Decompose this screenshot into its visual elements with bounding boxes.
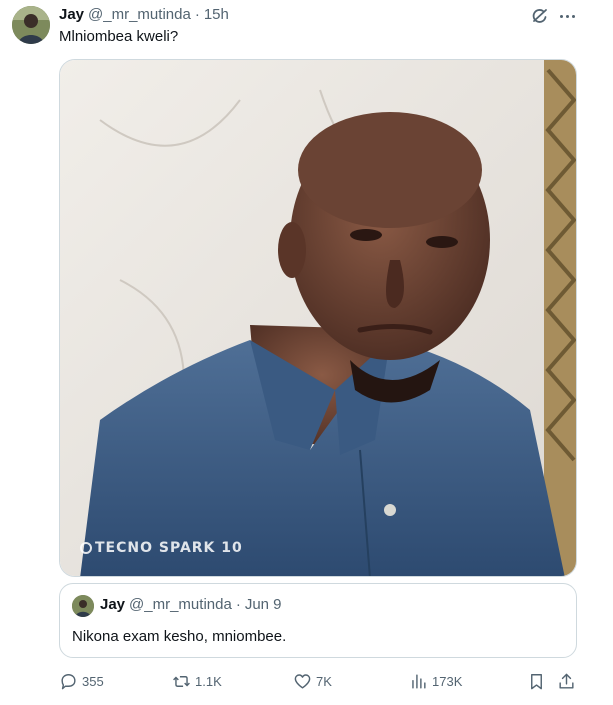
views-icon	[412, 673, 426, 689]
share-icon	[559, 673, 574, 689]
retweet-icon	[173, 675, 190, 687]
author-name[interactable]: Jay	[59, 6, 84, 23]
like-count: 7K	[316, 673, 332, 689]
tweet: Jay @_mr_mutinda · 15h Mlniombea kweli?	[0, 0, 613, 705]
quoted-author-handle: @_mr_mutinda	[129, 596, 232, 613]
quoted-tweet-text: Nikona exam kesho, mniombee.	[72, 628, 287, 645]
tweet-header: Jay @_mr_mutinda · 15h	[59, 6, 229, 26]
grok-icon[interactable]	[530, 6, 550, 26]
bookmark-button[interactable]	[527, 668, 550, 694]
tweet-text: Mlniombea kweli?	[59, 28, 179, 45]
retweet-button[interactable]: 1.1K	[172, 668, 222, 694]
reply-count: 355	[82, 673, 104, 689]
watermark-text: TECNO SPARK 10	[95, 540, 243, 556]
tweet-photo[interactable]: TECNO SPARK 10	[59, 59, 577, 577]
quoted-author-avatar	[72, 595, 94, 617]
camera-watermark-icon	[80, 542, 92, 554]
views-button[interactable]: 173K	[409, 668, 462, 694]
quoted-tweet-date: Jun 9	[244, 596, 282, 613]
quoted-tweet-header: Jay @_mr_mutinda · Jun 9	[100, 596, 282, 613]
more-icon[interactable]	[556, 6, 578, 26]
author-handle[interactable]: @_mr_mutinda	[88, 6, 191, 23]
quoted-author-name: Jay	[100, 596, 126, 613]
like-icon	[294, 673, 311, 689]
share-button[interactable]	[557, 668, 580, 694]
like-button[interactable]: 7K	[293, 668, 332, 694]
author-avatar[interactable]	[12, 6, 50, 44]
tweet-timestamp[interactable]: 15h	[204, 6, 229, 23]
reply-button[interactable]: 355	[59, 668, 104, 694]
quoted-tweet[interactable]: Jay @_mr_mutinda · Jun 9 Nikona exam kes…	[59, 583, 577, 658]
views-count: 173K	[432, 673, 463, 689]
tweet-actions: 355 1.1K 7K 173K	[59, 668, 579, 694]
quoted-header-separator: ·	[235, 596, 241, 613]
retweet-count: 1.1K	[195, 673, 222, 689]
photo-watermark: TECNO SPARK 10	[80, 540, 243, 556]
header-separator: ·	[194, 6, 200, 23]
bookmark-icon	[531, 673, 542, 689]
reply-icon	[61, 673, 76, 689]
